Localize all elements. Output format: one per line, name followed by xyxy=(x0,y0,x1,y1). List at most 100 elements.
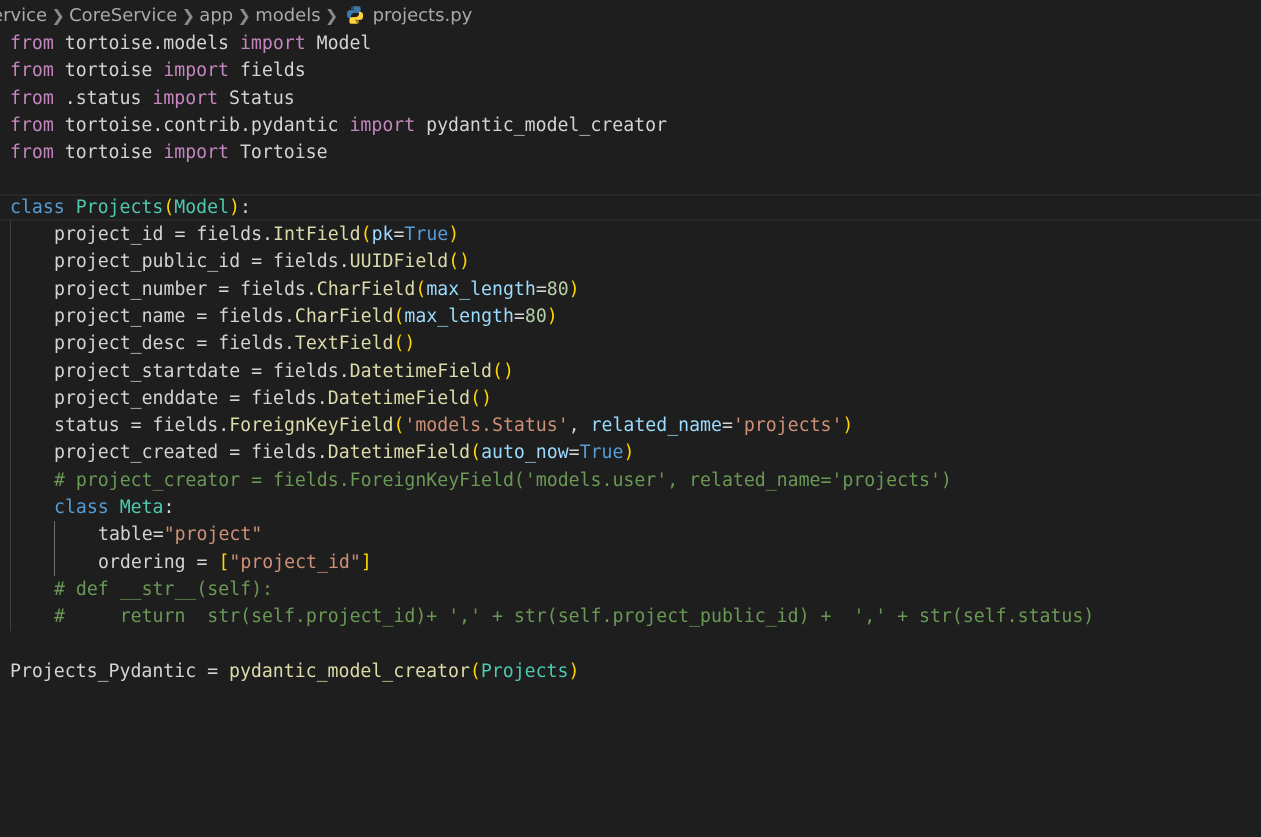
token-text: table= xyxy=(98,524,164,546)
token-string: 'projects' xyxy=(732,415,843,437)
token-bracket: ( xyxy=(492,360,503,382)
token-function: TextField xyxy=(294,333,394,355)
token-class-name: Meta xyxy=(119,497,164,519)
token-class-name: Model xyxy=(174,196,230,218)
token-module: .status xyxy=(53,87,153,109)
token-text: project_desc = fields. xyxy=(54,333,295,355)
token-text: project_name = fields. xyxy=(54,305,295,327)
token-function: CharField xyxy=(316,278,416,300)
breadcrumb: ervice ❯ CoreService ❯ app ❯ models ❯ pr… xyxy=(0,0,1261,30)
token-keyword: import xyxy=(349,114,416,136)
token-function: pydantic_model_creator xyxy=(229,660,470,682)
token-bracket: ) xyxy=(481,387,493,409)
token-number: 80 xyxy=(524,305,547,327)
token-name: Status xyxy=(218,87,295,109)
code-line-13: project_startdate = fields.DatetimeField… xyxy=(0,357,1261,385)
token-keyword: from xyxy=(10,33,54,54)
token-comment: # return str(self.project_id)+ ',' + str… xyxy=(54,606,1095,628)
token-keyword: import xyxy=(152,87,219,109)
token-constant: True xyxy=(404,224,449,246)
indent-guide xyxy=(10,521,11,549)
code-line-1: from tortoise.models import Model xyxy=(0,30,1261,57)
token-punct: = xyxy=(568,442,580,464)
token-param: related_name xyxy=(590,415,722,437)
breadcrumb-item-coreservice[interactable]: CoreService xyxy=(69,5,177,26)
token-keyword: from xyxy=(10,87,54,109)
token-punct: : xyxy=(163,497,175,519)
token-comment: # project_creator = fields.ForeignKeyFie… xyxy=(54,469,952,491)
indent-guide xyxy=(10,330,11,358)
token-param: max_length xyxy=(426,278,536,300)
token-keyword: class xyxy=(54,497,109,519)
token-param: auto_now xyxy=(481,442,569,464)
token-constant: True xyxy=(579,442,624,464)
token-module: tortoise.models xyxy=(53,33,240,54)
token-text: ordering = xyxy=(98,551,219,573)
token-bracket: ( xyxy=(360,224,372,246)
token-bracket: ( xyxy=(393,333,405,355)
token-keyword: class xyxy=(10,196,65,218)
token-text: project_created = fields. xyxy=(54,442,328,464)
code-line-15: status = fields.ForeignKeyField('models.… xyxy=(0,412,1261,440)
python-icon xyxy=(345,5,365,25)
code-editor[interactable]: ervice ❯ CoreService ❯ app ❯ models ❯ pr… xyxy=(0,0,1261,837)
token-bracket: ( xyxy=(163,196,175,218)
chevron-right-icon: ❯ xyxy=(51,5,65,25)
breadcrumb-item-service[interactable]: ervice xyxy=(0,5,47,26)
token-function: DatetimeField xyxy=(327,442,471,464)
token-bracket: [ xyxy=(218,551,230,573)
code-line-18: class Meta: xyxy=(0,494,1261,522)
indent-guide xyxy=(10,357,11,385)
token-punct: = xyxy=(535,278,547,300)
code-line-12: project_desc = fields.TextField() xyxy=(0,330,1261,358)
indent-guide xyxy=(10,248,11,276)
indent-guide xyxy=(10,494,11,522)
token-function: IntField xyxy=(273,224,361,246)
token-module: tortoise xyxy=(53,60,164,82)
code-line-11: project_name = fields.CharField(max_leng… xyxy=(0,302,1261,331)
indent-guide xyxy=(10,548,11,576)
token-name: fields xyxy=(229,60,306,82)
token-function: UUIDField xyxy=(349,251,449,273)
token-bracket: ) xyxy=(502,360,514,382)
breadcrumb-file-name[interactable]: projects.py xyxy=(373,5,473,26)
code-line-2: from tortoise import fields xyxy=(0,57,1261,84)
breadcrumb-item-models[interactable]: models xyxy=(255,5,320,26)
code-line-17: # project_creator = fields.ForeignKeyFie… xyxy=(0,466,1261,495)
token-name: pydantic_model_creator xyxy=(415,114,668,136)
token-comment: # def __str__(self): xyxy=(54,578,273,600)
indent-guide xyxy=(10,439,11,467)
breadcrumb-item-app[interactable]: app xyxy=(199,5,233,26)
token-punct: , xyxy=(568,415,591,437)
token-text: project_enddate = fields. xyxy=(54,387,328,409)
chevron-right-icon: ❯ xyxy=(237,5,251,25)
token-bracket: ( xyxy=(393,415,405,437)
code-line-20: ordering = ["project_id"] xyxy=(0,548,1261,576)
token-punct: = xyxy=(513,305,525,327)
token-keyword: from xyxy=(10,142,54,164)
token-bracket: ( xyxy=(470,442,482,464)
token-param: pk xyxy=(371,224,394,246)
token-bracket: ( xyxy=(393,305,405,327)
code-line-5: from tortoise import Tortoise xyxy=(0,139,1261,166)
token-bracket: ) xyxy=(404,333,416,355)
indent-guide xyxy=(10,575,11,604)
token-bracket: ) xyxy=(546,305,558,327)
indent-guide xyxy=(10,412,11,440)
token-keyword: import xyxy=(239,33,306,54)
indent-guide xyxy=(10,466,11,495)
token-name: Tortoise xyxy=(229,142,328,164)
indent-guide xyxy=(10,275,11,303)
code-line-14: project_enddate = fields.DatetimeField() xyxy=(0,384,1261,413)
token-punct: = xyxy=(721,415,733,437)
token-text: project_startdate = fields. xyxy=(54,360,350,382)
token-bracket: ( xyxy=(415,278,427,300)
token-function: ForeignKeyField xyxy=(229,415,394,437)
token-keyword: from xyxy=(10,114,54,136)
code-line-8: project_id = fields.IntField(pk=True) xyxy=(0,221,1261,249)
code-area[interactable]: from tortoise.models import Model from t… xyxy=(0,30,1261,685)
code-line-7-current: class Projects(Model): xyxy=(0,194,1261,221)
code-line-4: from tortoise.contrib.pydantic import py… xyxy=(0,112,1261,139)
token-module: tortoise xyxy=(53,142,164,164)
